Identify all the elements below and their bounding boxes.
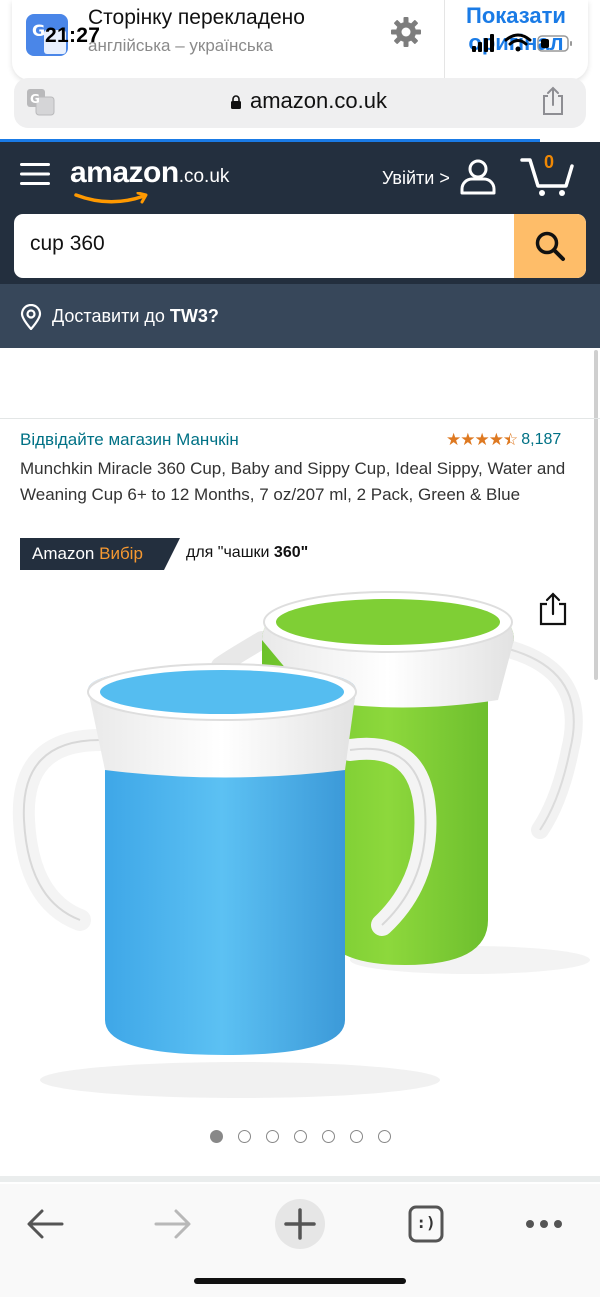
carousel-dot[interactable] (210, 1130, 223, 1143)
logo-text: amazon (70, 156, 179, 189)
home-indicator[interactable] (194, 1278, 406, 1284)
gear-icon[interactable] (390, 16, 422, 48)
badge-amazon: Amazon (32, 544, 95, 563)
section-divider (0, 1176, 600, 1182)
lock-icon (231, 95, 241, 109)
amazon-logo[interactable]: amazon.co.uk (70, 156, 230, 204)
sign-in-link[interactable]: Увійти > (382, 168, 450, 189)
amazon-header: amazon.co.uk Увійти > 0 cup 360 (0, 142, 600, 284)
location-pin-icon (20, 304, 42, 330)
smile-arrow-icon (74, 192, 148, 204)
search-box[interactable]: cup 360 (14, 214, 586, 278)
search-button[interactable] (514, 214, 586, 278)
badge-for-prefix: для "чашки (186, 544, 270, 561)
translate-languages[interactable]: англійська – українська (88, 36, 273, 56)
share-icon[interactable] (540, 86, 566, 116)
banner-divider (444, 0, 445, 80)
deliver-to-bar[interactable]: Доставити до TW3? (0, 284, 600, 348)
star-rating-icon: ★★★★☆★ (446, 430, 518, 449)
badge-choice: Вибір (99, 544, 143, 563)
menu-icon[interactable] (20, 160, 50, 188)
cart-count: 0 (544, 152, 555, 172)
share-icon[interactable] (538, 592, 568, 626)
signal-icon (472, 34, 494, 52)
address-bar[interactable]: G amazon.co.uk (14, 78, 586, 128)
search-input[interactable]: cup 360 (30, 232, 105, 256)
browser-toolbar: :) (0, 1184, 600, 1297)
translate-title: Сторінку перекладено (88, 6, 305, 29)
divider (0, 418, 600, 419)
deliver-to-text: Доставити до TW3? (52, 306, 219, 327)
search-icon (535, 231, 565, 261)
translate-icon[interactable]: G (26, 88, 56, 116)
product-image[interactable] (0, 580, 600, 1110)
carousel-dot[interactable] (294, 1130, 307, 1143)
carousel-dot[interactable] (238, 1130, 251, 1143)
tabs-button[interactable]: :) (400, 1198, 452, 1250)
tabs-label: :) (416, 1213, 436, 1232)
back-arrow-icon[interactable] (20, 1198, 72, 1250)
status-icons (472, 33, 572, 52)
badge-for-query-bold: 360" (273, 544, 309, 561)
forward-arrow-icon[interactable] (146, 1198, 198, 1250)
badge-for-query: для "чашки 360" (186, 544, 308, 562)
deliver-postcode: TW3? (169, 306, 219, 326)
carousel-dot[interactable] (322, 1130, 335, 1143)
more-icon[interactable] (518, 1198, 570, 1250)
rating-count: 8,187 (521, 431, 562, 448)
carousel-dot[interactable] (378, 1130, 391, 1143)
carousel-dot[interactable] (266, 1130, 279, 1143)
svg-text:G: G (30, 92, 40, 106)
battery-icon (537, 35, 572, 52)
user-icon[interactable] (458, 156, 498, 196)
wifi-icon (504, 33, 532, 46)
carousel-dot[interactable] (350, 1130, 363, 1143)
logo-tld: .co.uk (178, 166, 230, 187)
deliver-prefix: Доставити до (52, 306, 165, 326)
new-tab-plus-icon[interactable] (274, 1198, 326, 1250)
store-link[interactable]: Відвідайте магазин Манчкін (20, 430, 239, 450)
rating[interactable]: ★★★★☆★8,187 (446, 430, 561, 450)
url-text[interactable]: amazon.co.uk (250, 88, 387, 114)
svg-text:G: G (32, 21, 45, 40)
image-carousel-dots[interactable] (210, 1130, 391, 1144)
product-title[interactable]: Munchkin Miracle 360 Cup, Baby and Sippy… (20, 456, 580, 508)
badge-label: Amazon Вибір (32, 544, 143, 564)
